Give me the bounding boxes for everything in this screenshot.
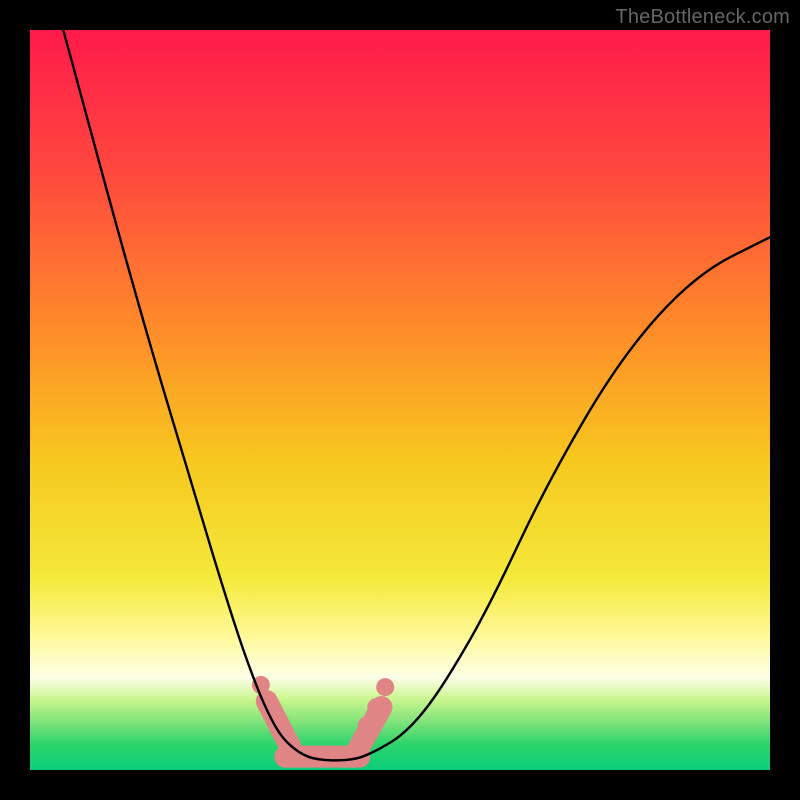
chart-svg (30, 30, 770, 770)
chart-frame: TheBottleneck.com (0, 0, 800, 800)
watermark-text: TheBottleneck.com (615, 6, 790, 29)
highlight-dot-4 (376, 678, 394, 696)
highlight-dot-3 (367, 698, 385, 716)
chart-plot-area (30, 30, 770, 770)
chart-background (30, 30, 770, 770)
highlight-dot-2 (358, 717, 376, 735)
